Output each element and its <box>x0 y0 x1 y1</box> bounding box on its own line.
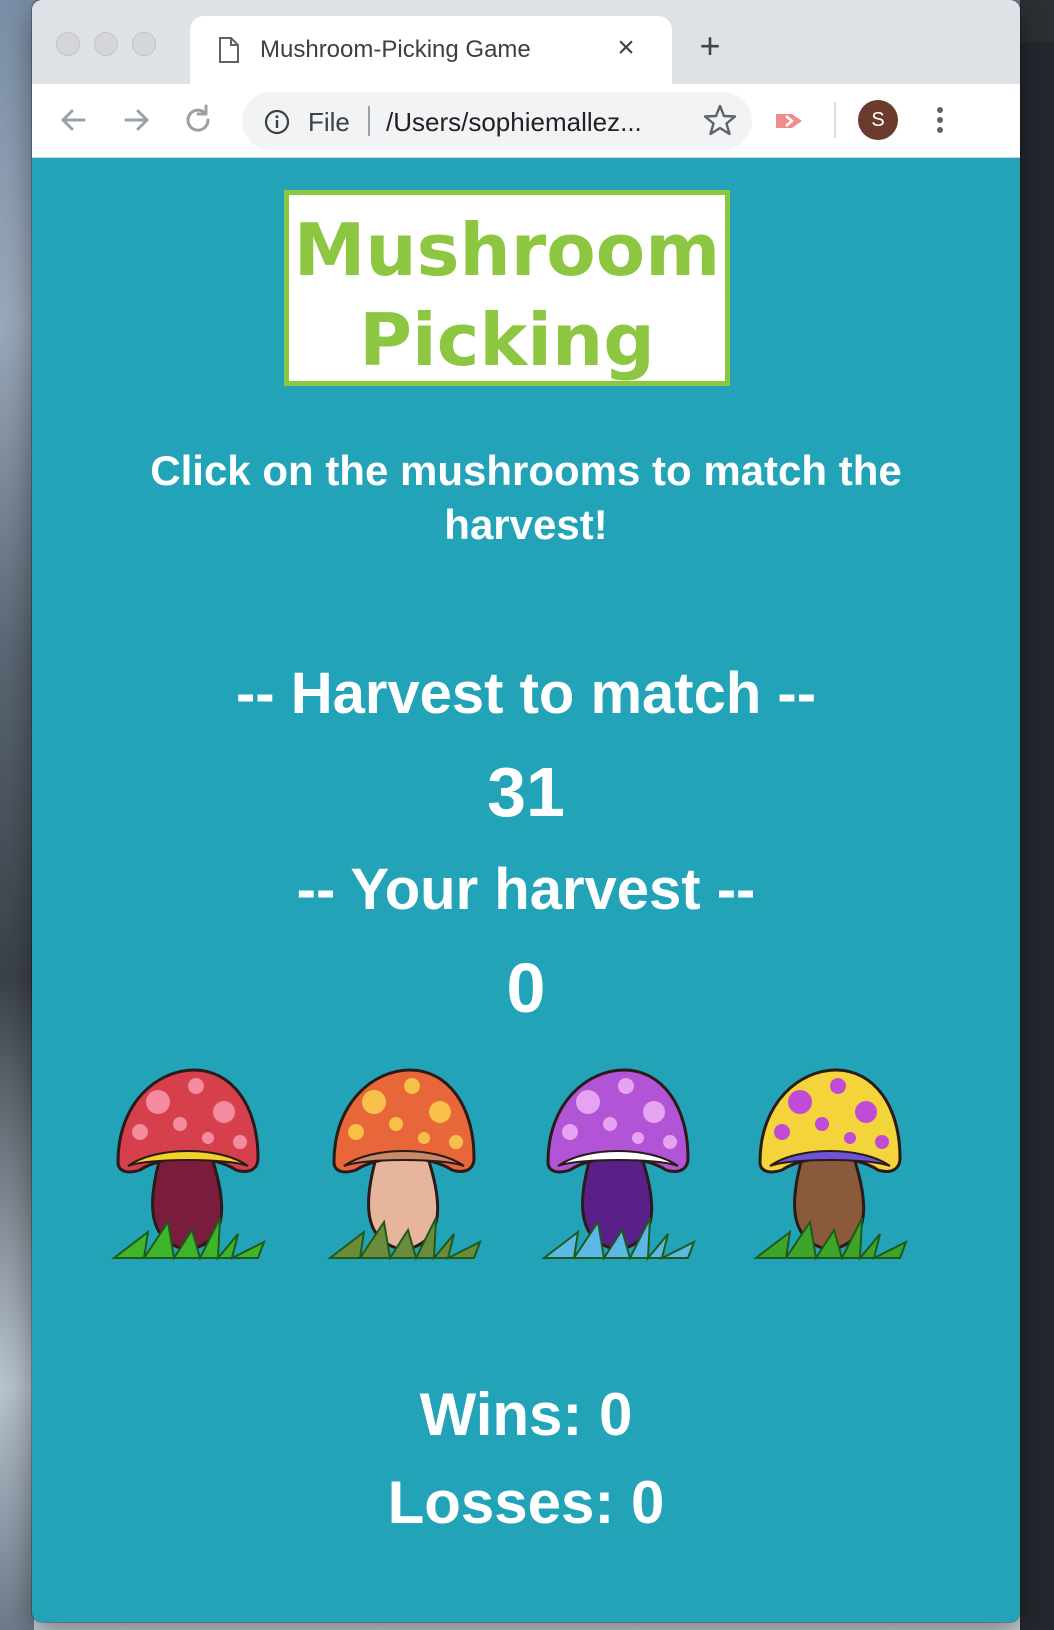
close-window-button[interactable] <box>56 32 80 56</box>
red-mushroom-button[interactable] <box>108 1062 268 1262</box>
orange-mushroom-icon <box>327 1068 482 1261</box>
desktop-background <box>0 0 34 1630</box>
browser-toolbar: File /Users/sophiemallez... S <box>32 84 1020 158</box>
toolbar-divider <box>834 102 836 138</box>
title-line-2: Picking <box>359 298 655 382</box>
address-url[interactable]: /Users/sophiemallez... <box>386 107 642 138</box>
forward-arrow-icon[interactable] <box>116 100 156 140</box>
harvest-value: 0 <box>506 949 546 1027</box>
title-box: Mushroom Picking <box>284 190 730 386</box>
title-line-1: Mushroom <box>293 208 721 292</box>
profile-avatar[interactable]: S <box>858 100 898 140</box>
target-value: 31 <box>487 753 565 831</box>
losses-counter: Losses: 0 <box>387 1469 665 1536</box>
new-tab-button[interactable]: + <box>692 28 728 64</box>
tab-strip: Mushroom-Picking Game × + <box>32 0 1020 84</box>
close-tab-icon[interactable]: × <box>608 30 644 66</box>
purple-mushroom-button[interactable] <box>538 1062 698 1262</box>
tab-mushroom-game[interactable]: Mushroom-Picking Game × <box>190 16 672 84</box>
target-label: -- Harvest to match -- <box>235 661 817 726</box>
game-page: Mushroom Picking Click on the mushrooms … <box>32 158 1020 1622</box>
extension-icon[interactable] <box>772 104 806 138</box>
menu-dots-icon[interactable] <box>928 100 952 140</box>
minimize-window-button[interactable] <box>94 32 118 56</box>
red-mushroom-icon <box>111 1068 266 1261</box>
info-icon[interactable] <box>264 109 290 135</box>
background-code-editor <box>1020 0 1054 1630</box>
tab-title: Mushroom-Picking Game <box>260 36 531 63</box>
back-arrow-icon[interactable] <box>54 100 94 140</box>
browser-window: Mushroom-Picking Game × + File /Users/so… <box>32 0 1020 1622</box>
document-icon <box>219 37 239 63</box>
wins-counter: Wins: 0 <box>419 1381 633 1448</box>
yellow-mushroom-button[interactable] <box>750 1062 910 1262</box>
orange-mushroom-button[interactable] <box>324 1062 484 1262</box>
yellow-mushroom-icon <box>753 1068 908 1261</box>
page-title: Mushroom Picking <box>289 205 725 385</box>
instructions-text: Click on the mushrooms to match the harv… <box>150 447 902 548</box>
address-scheme: File <box>308 107 350 137</box>
harvest-label: -- Your harvest -- <box>296 857 756 922</box>
address-bar[interactable]: File /Users/sophiemallez... <box>242 92 752 150</box>
reload-icon[interactable] <box>178 100 218 140</box>
purple-mushroom-icon <box>541 1068 696 1261</box>
maximize-window-button[interactable] <box>132 32 156 56</box>
address-separator <box>368 106 370 136</box>
star-icon[interactable] <box>702 102 738 138</box>
